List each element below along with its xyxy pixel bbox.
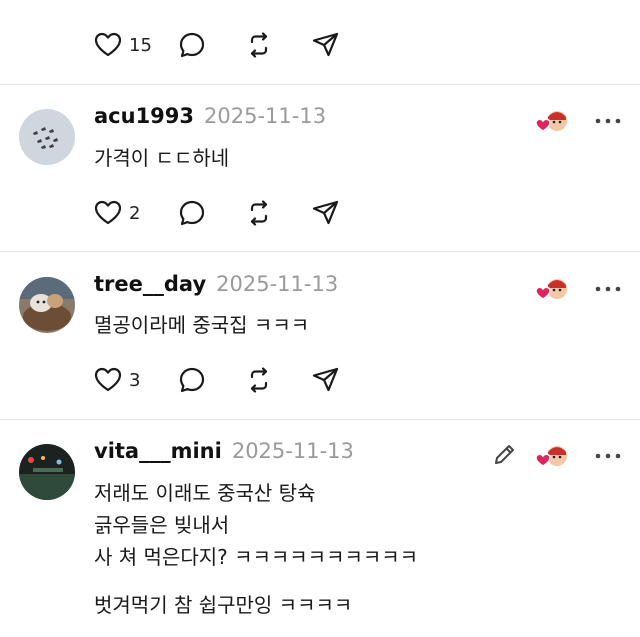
comment-date: 2025-11-13 bbox=[204, 104, 327, 128]
username[interactable]: vita___mini bbox=[94, 439, 222, 463]
repost-arrows-icon bbox=[250, 367, 268, 393]
comment-text-line: 저래도 이래도 중국산 탕슉 bbox=[94, 481, 316, 505]
comment-header: acu1993 2025-11-13 bbox=[94, 104, 326, 136]
like-button[interactable]: 15 bbox=[93, 30, 177, 60]
pencil-icon[interactable] bbox=[490, 441, 518, 469]
username[interactable]: acu1993 bbox=[94, 104, 194, 128]
avatar[interactable] bbox=[19, 277, 75, 333]
paper-plane-icon bbox=[312, 200, 339, 225]
comment-text: 멸공이라메 중국집 ㅋㅋㅋ bbox=[94, 313, 310, 337]
thread-comments-screen: 15 acu1993 2025-11-13 가격이 ㄷㄷ하네 2 tree__d… bbox=[0, 0, 640, 637]
liked-by-author-badge bbox=[535, 446, 567, 467]
comment-action-bar: 3 bbox=[93, 365, 351, 395]
more-horizontal-icon[interactable] bbox=[595, 116, 621, 126]
reply-button[interactable] bbox=[177, 365, 244, 395]
avatar-image bbox=[19, 109, 75, 165]
share-button[interactable] bbox=[311, 198, 351, 228]
comment-text-line: 긁우들은 빚내서 bbox=[94, 513, 230, 537]
repost-button[interactable] bbox=[244, 198, 311, 228]
liked-by-author-badge bbox=[535, 111, 567, 132]
heart-outline-icon bbox=[94, 32, 122, 57]
avatar[interactable] bbox=[19, 109, 75, 165]
repost-arrows-icon bbox=[250, 32, 268, 58]
avatar[interactable] bbox=[19, 444, 75, 500]
avatar-image bbox=[19, 444, 75, 500]
divider bbox=[0, 251, 640, 252]
more-horizontal-icon[interactable] bbox=[595, 451, 621, 461]
comment-header: vita___mini 2025-11-13 bbox=[94, 439, 354, 471]
like-button[interactable]: 2 bbox=[93, 198, 177, 228]
reply-button[interactable] bbox=[177, 198, 244, 228]
like-count: 15 bbox=[129, 34, 152, 56]
share-button[interactable] bbox=[311, 30, 351, 60]
like-button[interactable]: 3 bbox=[93, 365, 177, 395]
comment-date: 2025-11-13 bbox=[216, 272, 339, 296]
like-count: 3 bbox=[129, 369, 141, 391]
repost-button[interactable] bbox=[244, 30, 311, 60]
more-horizontal-icon[interactable] bbox=[595, 284, 621, 294]
heart-outline-icon bbox=[94, 367, 122, 392]
like-count: 2 bbox=[129, 202, 141, 224]
speech-bubble-icon bbox=[179, 367, 205, 393]
avatar-image bbox=[19, 277, 75, 333]
divider bbox=[0, 419, 640, 420]
post-action-bar: 15 bbox=[93, 30, 351, 60]
liked-by-author-badge bbox=[535, 279, 567, 300]
speech-bubble-icon bbox=[179, 200, 205, 226]
username[interactable]: tree__day bbox=[94, 272, 206, 296]
comment-text-line: 사 쳐 먹은다지? ㅋㅋㅋㅋㅋㅋㅋㅋㅋㅋ bbox=[94, 545, 419, 569]
divider bbox=[0, 84, 640, 85]
reply-button[interactable] bbox=[177, 30, 244, 60]
heart-outline-icon bbox=[94, 200, 122, 225]
paper-plane-icon bbox=[312, 367, 339, 392]
paper-plane-icon bbox=[312, 32, 339, 57]
comment-date: 2025-11-13 bbox=[231, 439, 354, 463]
share-button[interactable] bbox=[311, 365, 351, 395]
repost-button[interactable] bbox=[244, 365, 311, 395]
comment-text-line: 벗겨먹기 참 쉽구만잉 ㅋㅋㅋㅋ bbox=[94, 593, 353, 617]
repost-arrows-icon bbox=[250, 200, 268, 226]
comment-text: 가격이 ㄷㄷ하네 bbox=[94, 146, 230, 170]
comment-action-bar: 2 bbox=[93, 198, 351, 228]
speech-bubble-icon bbox=[179, 32, 205, 58]
comment-header: tree__day 2025-11-13 bbox=[94, 272, 338, 304]
